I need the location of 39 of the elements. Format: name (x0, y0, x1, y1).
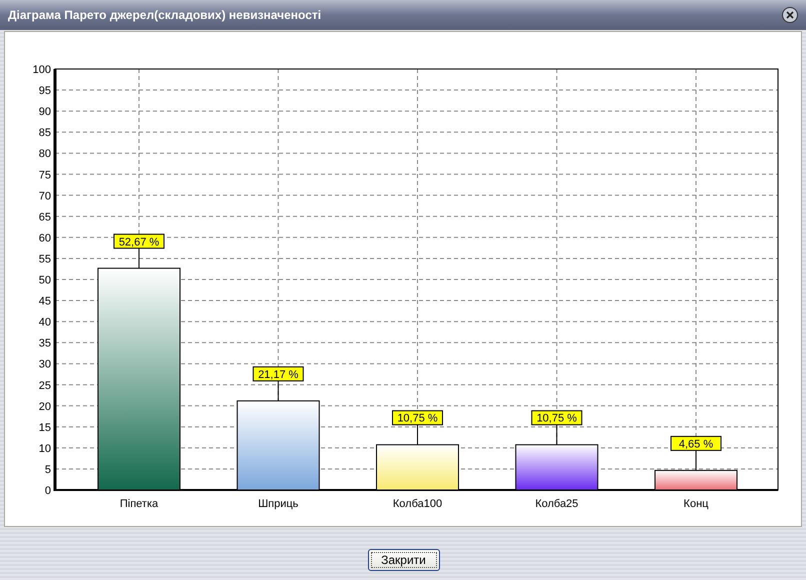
y-tick-label: 55 (38, 253, 51, 266)
y-tick-label: 0 (44, 485, 51, 497)
y-tick-label: 95 (38, 85, 51, 98)
y-tick-label: 60 (38, 232, 51, 244)
y-tick-label: 25 (38, 380, 51, 392)
data-label: 21,17 % (252, 366, 304, 382)
data-label: 52,67 % (114, 234, 164, 249)
y-tick-label: 5 (44, 464, 51, 476)
close-icon (786, 11, 794, 19)
y-tick-label: 50 (38, 274, 51, 286)
y-tick-label: 90 (38, 106, 51, 118)
y-tick-label: 80 (38, 148, 51, 160)
x-tick-label: Колба25 (535, 498, 578, 510)
x-tick-label: Піпетка (120, 498, 158, 510)
data-label: 4,65 % (670, 436, 722, 451)
x-tick-label: Шприць (258, 498, 298, 510)
close-button[interactable] (782, 7, 798, 23)
y-tick-label: 20 (38, 400, 51, 413)
window-title: Діаграма Парето джерел(складових) невизначеності (8, 7, 322, 24)
leader-line (278, 380, 279, 402)
close-dialog-button[interactable]: Закрити (368, 549, 440, 571)
y-tick-label: 70 (38, 190, 51, 202)
y-tick-label: 75 (38, 169, 51, 182)
y-tick-label: 100 (32, 64, 51, 76)
y-tick-label: 10 (38, 442, 51, 455)
y-tick-label: 15 (38, 422, 51, 434)
y-tick-label: 30 (38, 358, 51, 371)
leader-line (138, 248, 140, 269)
y-tick-label: 35 (38, 338, 51, 350)
x-tick-label: Колба100 (392, 498, 442, 510)
data-label: 10,75 % (392, 410, 443, 426)
leader-line (417, 424, 418, 446)
y-tick-label: 45 (38, 296, 51, 308)
y-tick-label: 65 (38, 211, 51, 224)
y-tick-label: 40 (38, 316, 51, 329)
leader-line (556, 424, 558, 446)
x-tick-label: Конц (684, 498, 708, 510)
y-tick-label: 85 (38, 127, 51, 140)
data-label: 10,75 % (531, 410, 582, 426)
